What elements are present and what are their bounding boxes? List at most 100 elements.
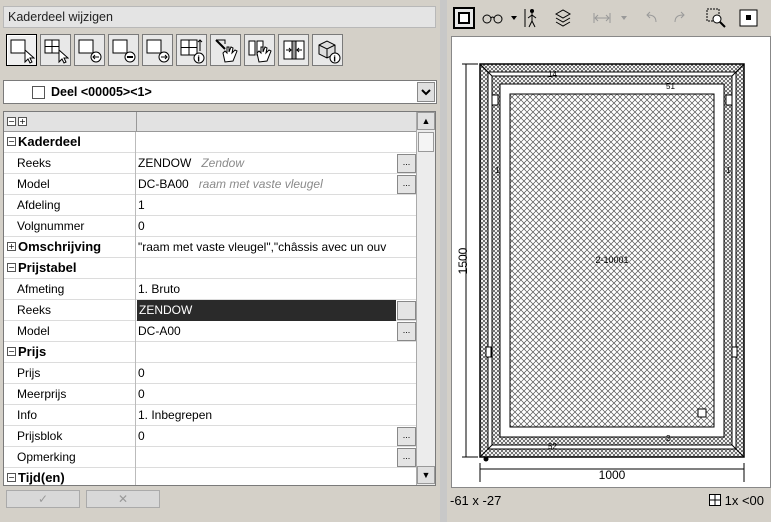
person-measure-icon[interactable] (523, 7, 539, 29)
property-label: Tijd(en) (4, 468, 136, 485)
property-value[interactable]: ZENDOW (137, 300, 396, 321)
scroll-thumb[interactable] (418, 132, 434, 152)
property-row[interactable]: Meerprijs 0 (4, 384, 417, 405)
frame-remove-tool-button[interactable] (108, 34, 139, 66)
width-dimension-label: 1000 (599, 468, 626, 482)
property-group-row[interactable]: + Omschrijving "raam met vaste vleugel","c… (4, 237, 417, 258)
property-label: Afdeling (4, 195, 136, 216)
property-grid-scrollbar[interactable]: ▲ ▼ (416, 112, 435, 485)
property-value[interactable] (138, 258, 417, 279)
property-rows: − Kaderdeel Reeks ZENDOW Zendow... Model DC-BA… (4, 132, 417, 485)
cancel-button[interactable]: ✕ (86, 490, 160, 508)
ok-button[interactable]: ✓ (6, 490, 80, 508)
property-value[interactable]: DC-BA00 raam met vaste vleugel (138, 174, 417, 195)
property-label: Afmeting (4, 279, 136, 300)
dimension-icon[interactable] (592, 7, 612, 29)
zoom-window-icon[interactable] (706, 7, 726, 29)
property-row[interactable]: Model DC-A00... (4, 321, 417, 342)
panel-divider[interactable] (440, 0, 447, 522)
property-row[interactable]: Prijsblok 0... (4, 426, 417, 447)
scroll-up-arrow-icon[interactable]: ▲ (417, 112, 435, 130)
property-row[interactable]: Reeks ZENDOW (4, 300, 417, 321)
drawing-toolbar (447, 4, 771, 32)
browse-button[interactable]: ... (397, 322, 416, 341)
property-row[interactable]: Afmeting 1. Bruto (4, 279, 417, 300)
part-selector[interactable]: Deel <00005><1> (3, 80, 437, 104)
property-label: Prijsblok (4, 426, 136, 447)
property-row[interactable]: Model DC-BA00 raam met vaste vleugel... (4, 174, 417, 195)
grid-info-tool-button[interactable]: i (176, 34, 207, 66)
panel-title: Kaderdeel wijzigen (3, 6, 436, 28)
property-value[interactable]: 1. Inbegrepen (138, 405, 417, 426)
property-value[interactable] (138, 447, 417, 468)
property-label: Model (4, 174, 136, 195)
part-checkbox[interactable] (32, 86, 45, 99)
property-value[interactable]: ZENDOW Zendow (138, 153, 417, 174)
property-value[interactable]: 1. Bruto (138, 279, 417, 300)
chevron-down-icon (421, 89, 431, 96)
property-label: Reeks (4, 153, 136, 174)
property-value-text: ZENDOW (138, 156, 192, 170)
chevron-down-icon[interactable] (509, 7, 519, 29)
select-frame-tool-button[interactable] (6, 34, 37, 66)
frame-view-icon[interactable] (453, 7, 475, 29)
drawing-panel: 1500 1000 2-10001 14 52 51 1 1 2 -61 x -… (447, 0, 771, 522)
property-group-row[interactable]: − Prijs (4, 342, 417, 363)
property-value[interactable]: DC-A00 (138, 321, 417, 342)
property-value[interactable] (138, 342, 417, 363)
mullion-tool-button[interactable] (278, 34, 309, 66)
property-row[interactable]: Info 1. Inbegrepen (4, 405, 417, 426)
scroll-down-arrow-icon[interactable]: ▼ (417, 466, 435, 484)
property-row[interactable]: Reeks ZENDOW Zendow... (4, 153, 417, 174)
browse-button[interactable]: ... (397, 154, 416, 173)
property-value[interactable]: 0 (138, 426, 417, 447)
frame-right-tool-button[interactable] (142, 34, 173, 66)
property-label: Opmerking (4, 447, 136, 468)
property-row[interactable]: Afdeling 1 (4, 195, 417, 216)
hand-diagonal-tool-button[interactable] (210, 34, 241, 66)
property-value[interactable]: 0 (138, 363, 417, 384)
part-dropdown-button[interactable] (417, 82, 435, 102)
property-value[interactable] (138, 468, 417, 485)
property-value[interactable] (138, 132, 417, 153)
property-value[interactable]: 0 (138, 216, 417, 237)
redo-icon[interactable] (671, 7, 689, 29)
property-row[interactable]: Prijs 0 (4, 363, 417, 384)
property-label: Prijstabel (4, 258, 136, 279)
property-value-text: 1. Bruto (138, 282, 181, 296)
window-drawing-canvas[interactable]: 1500 1000 2-10001 14 52 51 1 1 2 (451, 36, 771, 488)
undo-icon[interactable] (642, 7, 660, 29)
glasses-view-icon[interactable] (481, 7, 505, 29)
property-group-row[interactable]: − Tijd(en) (4, 468, 417, 485)
property-value[interactable]: "raam met vaste vleugel","châssis avec u… (138, 237, 417, 258)
property-label: Volgnummer (4, 216, 136, 237)
property-value-text: 1 (138, 198, 145, 212)
browse-button[interactable] (397, 301, 416, 320)
property-label: Info (4, 405, 136, 426)
browse-button[interactable]: ... (397, 175, 416, 194)
property-grid: − + − Kaderdeel Reeks ZENDOW Zendow... Model D… (3, 111, 436, 486)
property-label: Meerprijs (4, 384, 136, 405)
zoom-extents-icon[interactable] (738, 7, 760, 29)
collapse-all-button[interactable]: − (7, 117, 16, 126)
frame-left-tool-button[interactable] (74, 34, 105, 66)
chevron-down-icon[interactable] (619, 7, 629, 29)
property-row[interactable]: Volgnummer 0 (4, 216, 417, 237)
property-value[interactable]: 0 (138, 384, 417, 405)
browse-button[interactable]: ... (397, 448, 416, 467)
hand-split-tool-button[interactable] (244, 34, 275, 66)
svg-text:i: i (333, 55, 336, 64)
property-value[interactable]: 1 (138, 195, 417, 216)
layers-icon[interactable] (554, 7, 572, 29)
tool-row: i i (3, 32, 436, 70)
select-cell-tool-button[interactable] (40, 34, 71, 66)
part-selector-value: Deel <00005><1> (51, 85, 152, 99)
property-row[interactable]: Opmerking... (4, 447, 417, 468)
property-value-text: 0 (138, 219, 145, 233)
property-group-row[interactable]: − Prijstabel (4, 258, 417, 279)
browse-button[interactable]: ... (397, 427, 416, 446)
property-group-row[interactable]: − Kaderdeel (4, 132, 417, 153)
zoom-indicator[interactable]: 1x <00 (709, 493, 764, 508)
part-info-tool-button[interactable]: i (312, 34, 343, 66)
expand-all-button[interactable]: + (18, 117, 27, 126)
